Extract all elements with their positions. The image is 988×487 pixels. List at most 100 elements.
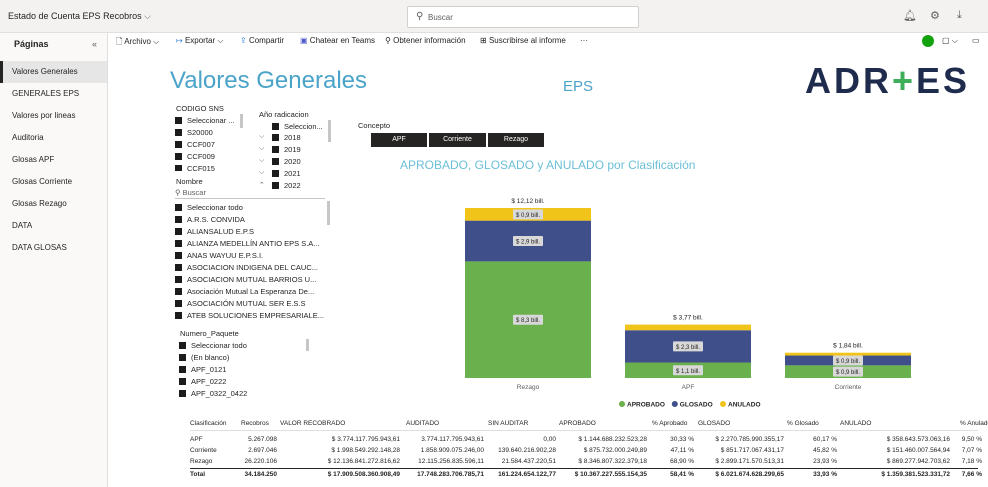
slicer-option[interactable]: CCF009 (175, 152, 215, 161)
slicer-option[interactable]: 2018 (272, 133, 301, 142)
more-options-button[interactable]: ··· (580, 36, 588, 45)
slicer-option[interactable]: Seleccionar todo (179, 341, 247, 350)
slicer-option[interactable]: ASOCIACIÓN MUTUAL SER E.S.S (175, 299, 306, 308)
suscribirse-button[interactable]: ⊞ Suscribirse al informe (480, 36, 566, 45)
slicer-option[interactable]: A.R.S. CONVIDA (175, 215, 245, 224)
total-cell: 7,66 % (961, 471, 982, 478)
data-label: $ 0,9 bill. (516, 213, 540, 219)
page-item-glosas-rezago[interactable]: Glosas Rezago (0, 193, 107, 215)
chevron-down-icon[interactable]: ⌵ (259, 145, 264, 153)
slicer-option[interactable]: APF_0222 (179, 377, 226, 386)
file-icon: 🗋 (116, 37, 123, 46)
obtener-informacion-button[interactable]: ⚲ Obtener información (385, 36, 466, 45)
chatear-teams-button[interactable]: ▣ Chatear en Teams (300, 36, 375, 45)
slicer-option[interactable]: ALIANSALUD E.P.S (175, 227, 254, 236)
slicer-option[interactable]: 2020 (272, 157, 301, 166)
page-item-glosas-corriente[interactable]: Glosas Corriente (0, 171, 107, 193)
chevron-down-icon: ⌵ (144, 11, 151, 21)
slicer-option[interactable]: S20000 (175, 128, 213, 137)
search-input[interactable]: ⚲ Buscar (407, 6, 639, 28)
concepto-button-apf[interactable]: APF (371, 133, 427, 147)
page-item-data[interactable]: DATA (0, 215, 107, 237)
table-cell: 3.774.117.795.943,61 (421, 436, 484, 443)
total-divider (190, 468, 978, 469)
column-header: % Glosado (787, 420, 819, 427)
slicer-option[interactable]: CCF015 (175, 164, 215, 171)
adres-logo: ADR+ES (805, 60, 971, 101)
concepto-button-corriente[interactable]: Corriente (429, 133, 486, 147)
table-cell: 23,93 % (813, 458, 837, 465)
bookmark-icon[interactable]: ▢ ⌵ (942, 36, 958, 46)
table-cell: Rezago (190, 458, 213, 465)
total-cell: 161.224.654.122,77 (498, 471, 556, 478)
column-header: ANULADO (840, 420, 872, 427)
slicer-option[interactable]: Seleccion... (272, 122, 323, 131)
total-cell: $ 6.021.674.628.299,65 (715, 471, 784, 478)
page-item-valores-por-lineas[interactable]: Valores por lineas (0, 105, 107, 127)
download-icon[interactable]: ⤓ (957, 9, 962, 22)
chevron-down-icon[interactable]: ⌵ (259, 169, 264, 177)
compartir-button[interactable]: ⇪ Compartir (240, 36, 284, 45)
slicer-option[interactable]: 2019 (272, 145, 301, 154)
bell-icon[interactable]: 🔔︎ (903, 9, 917, 22)
column-header: APROBADO (559, 420, 596, 427)
chevron-down-icon[interactable]: ⌵ (259, 133, 264, 141)
gear-icon[interactable]: ⚙ (930, 9, 940, 22)
pages-pane: Páginas « Valores Generales GENERALES EP… (0, 33, 108, 487)
table-cell: $ 8.346.807.322.379,18 (578, 458, 647, 465)
slicer-option[interactable]: ANAS WAYUU E.P.S.I. (175, 251, 263, 260)
total-cell: $ 10.367.227.555.154,35 (574, 471, 647, 478)
bar-segment-anulado (625, 324, 751, 331)
slicer-option[interactable]: ASOCIACION INDIGENA DEL CAUC... (175, 263, 318, 272)
slicer-option[interactable]: Asociación Mutual La Esperanza De... (175, 287, 314, 296)
page-item-generales-eps[interactable]: GENERALES EPS (0, 83, 107, 105)
report-title-dropdown[interactable]: Estado de Cuenta EPS Recobros ⌵ (8, 11, 151, 22)
slicer-option[interactable]: ATEB SOLUCIONES EMPRESARIALE... (175, 311, 324, 320)
column-header: AUDITADO (406, 420, 440, 427)
page-item-glosas-apf[interactable]: Glosas APF (0, 149, 107, 171)
total-cell: 17.748.283.706.785,71 (417, 471, 484, 478)
table-cell: $ 875.732.000.249,89 (583, 447, 647, 454)
slicer-option[interactable]: Seleccionar todo (175, 203, 243, 212)
slicer-option[interactable]: APF_0121 (179, 365, 226, 374)
exportar-menu[interactable]: ↦ Exportar ⌵ (176, 36, 223, 46)
category-label: APF (682, 384, 695, 391)
table-cell: $ 1.998.549.292.148,28 (331, 447, 400, 454)
data-label: $ 0,9 bill. (836, 370, 860, 376)
archivo-menu[interactable]: 🗋 Archivo ⌵ (116, 36, 159, 50)
legend-label: ANULADO (728, 402, 761, 409)
category-label: Rezago (517, 384, 540, 391)
table-cell: 2.697.046 (248, 447, 277, 454)
slicer-scrollbar[interactable] (240, 114, 243, 128)
page-item-auditoria[interactable]: Auditoria (0, 127, 107, 149)
view-icon[interactable]: ▭ (972, 36, 980, 45)
chevron-down-icon[interactable]: ⌵ (259, 157, 264, 165)
table-cell: 5.267.098 (248, 436, 277, 443)
slicer-option[interactable]: ASOCIACION MUTUAL BARRIOS U... (175, 275, 316, 284)
data-label: $ 8,3 bill. (516, 318, 540, 324)
total-label: $ 12,12 bill. (511, 198, 544, 205)
nombre-slicer-title: Nombre (176, 177, 203, 186)
slicer-option[interactable]: (En blanco) (179, 353, 229, 362)
nombre-search-input[interactable]: ⚲ Buscar (175, 188, 325, 199)
legend-marker-aprobado (619, 401, 625, 407)
table-cell: $ 358.643.573.063,16 (886, 436, 950, 443)
copilot-icon[interactable] (922, 35, 934, 47)
slicer-scrollbar[interactable] (306, 339, 309, 351)
total-cell: 33,93 % (813, 471, 837, 478)
page-item-valores-generales[interactable]: Valores Generales (0, 61, 107, 83)
concepto-button-rezago[interactable]: Rezago (488, 133, 544, 147)
slicer-scrollbar[interactable] (328, 120, 331, 142)
page-item-data-glosas[interactable]: DATA GLOSAS (0, 237, 107, 259)
table-cell: Corriente (190, 447, 217, 454)
slicer-option[interactable]: APF_0322_0422 (179, 389, 247, 398)
slicer-scrollbar[interactable] (327, 201, 330, 225)
slicer-option[interactable]: CCF007 (175, 140, 215, 149)
table-cell: APF (190, 436, 203, 443)
slicer-option[interactable]: 2021 (272, 169, 301, 178)
slicer-option[interactable]: ALIANZA MEDELLÍN ANTIO EPS S.A... (175, 239, 320, 248)
collapse-icon[interactable]: « (92, 39, 97, 49)
chart-title: APROBADO, GLOSADO y ANULADO por Clasific… (400, 158, 696, 172)
total-cell: Total (190, 471, 206, 478)
slicer-option[interactable]: Seleccionar ... (175, 116, 235, 125)
